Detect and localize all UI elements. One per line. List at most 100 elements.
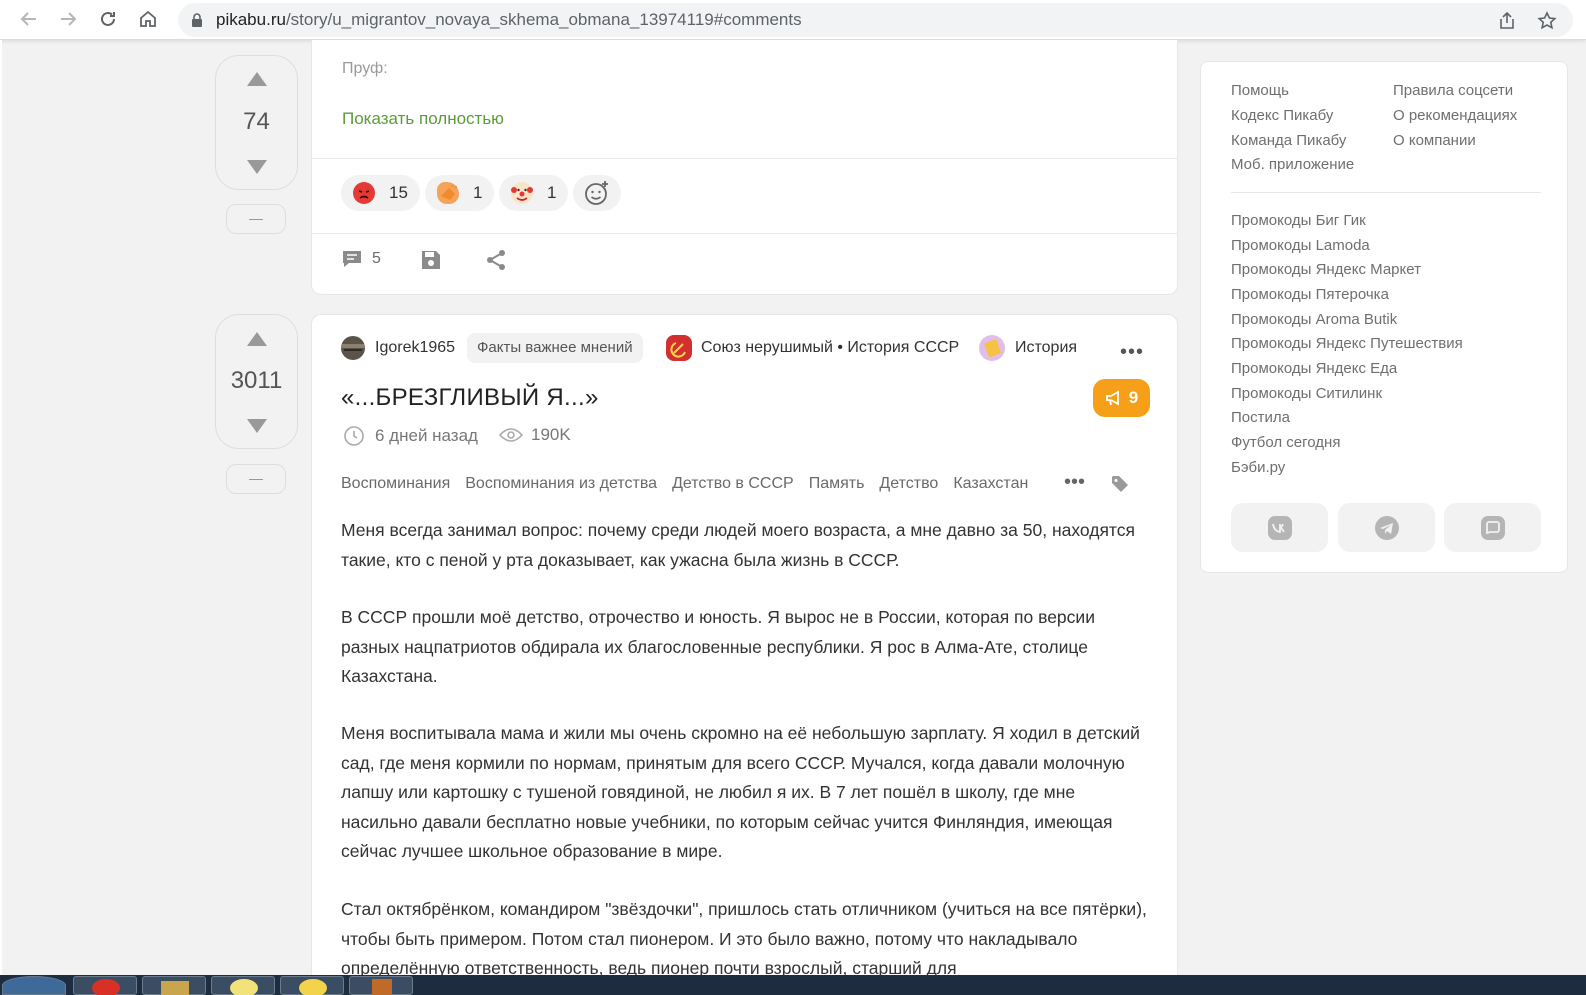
triangle-up-icon xyxy=(246,72,267,86)
story-title[interactable]: «...БРЕЗГЛИВЫЙ Я...» xyxy=(341,384,599,412)
vote-panel-prev: 74 xyxy=(215,55,298,190)
triangle-down-icon xyxy=(246,160,267,174)
community-history-icon[interactable] xyxy=(979,335,1005,361)
reaction-angry[interactable]: 15 xyxy=(341,175,420,211)
taskbar-app[interactable] xyxy=(73,976,137,995)
share-page-button[interactable] xyxy=(1494,8,1520,34)
os-taskbar xyxy=(0,975,1586,995)
taskbar-app[interactable] xyxy=(280,976,344,995)
reaction-clap[interactable]: 1 xyxy=(425,175,495,211)
taskbar-app[interactable] xyxy=(142,976,206,995)
bookmark-button[interactable] xyxy=(1534,8,1560,34)
tag-icon[interactable] xyxy=(1111,475,1129,498)
sidebar-link[interactable]: О компании xyxy=(1393,132,1476,149)
promo-link[interactable]: Бэби.ру xyxy=(1231,459,1285,476)
save-button[interactable] xyxy=(420,249,442,271)
reaction-count: 1 xyxy=(473,183,483,202)
reaction-clown[interactable]: 1 xyxy=(499,175,569,211)
forward-button[interactable] xyxy=(53,4,83,34)
taskbar-app[interactable] xyxy=(349,976,413,995)
community-name-history[interactable]: История xyxy=(1015,339,1077,357)
author-badge: Факты важнее мнений xyxy=(467,333,643,363)
promo-link[interactable]: Промокоды Яндекс Еда xyxy=(1231,360,1397,377)
taskbar-app[interactable] xyxy=(211,976,275,995)
promo-link[interactable]: Футбол сегодня xyxy=(1231,434,1340,451)
eye-icon xyxy=(499,428,523,442)
sidebar-link[interactable]: О рекомендациях xyxy=(1393,107,1517,124)
sidebar-link[interactable]: Помощь xyxy=(1231,82,1289,99)
url-text: pikabu.ru/story/u_migrantov_novaya_skhem… xyxy=(216,10,802,29)
angry-face-icon xyxy=(353,182,375,204)
sidebar-link[interactable]: Команда Пикабу xyxy=(1231,132,1346,149)
vote-panel-story: 3011 xyxy=(215,314,298,449)
author-name[interactable]: Igorek1965 xyxy=(375,339,455,357)
reaction-count: 15 xyxy=(389,183,408,202)
hide-post-button[interactable] xyxy=(226,204,286,234)
page-edge xyxy=(0,40,2,975)
home-icon xyxy=(140,10,156,27)
back-button[interactable] xyxy=(14,4,44,34)
community-name[interactable]: Союз нерушимый • История СССР xyxy=(701,339,959,357)
story-paragraph: Меня воспитывала мама и жили мы очень ск… xyxy=(341,723,1140,861)
reaction-count: 1 xyxy=(547,183,557,202)
comment-icon xyxy=(343,251,361,267)
promo-link[interactable]: Промокоды Lamoda xyxy=(1231,237,1370,254)
triangle-up-icon xyxy=(246,332,267,346)
tag[interactable]: Детство в СССР xyxy=(672,475,794,493)
more-tags-button[interactable]: ••• xyxy=(1064,471,1085,494)
rating-badge[interactable]: 9 xyxy=(1093,379,1150,417)
avatar[interactable] xyxy=(341,336,365,360)
comments-button[interactable]: 5 xyxy=(341,249,381,269)
upvote-button[interactable] xyxy=(216,66,297,92)
tag[interactable]: Казахстан xyxy=(953,475,1028,493)
tag[interactable]: Воспоминания xyxy=(341,475,450,493)
clock-icon xyxy=(344,426,364,446)
promo-link[interactable]: Постила xyxy=(1231,409,1290,426)
story-paragraph: В СССР прошли моё детство, отрочество и … xyxy=(341,607,1095,686)
promo-link[interactable]: Промокоды Яндекс Маркет xyxy=(1231,261,1421,278)
start-button[interactable] xyxy=(2,976,66,995)
telegram-icon xyxy=(1374,515,1399,540)
sidebar-link[interactable]: Моб. приложение xyxy=(1231,156,1354,173)
share-button[interactable] xyxy=(485,249,507,271)
chat-button[interactable] xyxy=(1444,503,1541,552)
vk-icon xyxy=(1267,515,1292,540)
lock-icon xyxy=(192,13,202,27)
arrow-right-icon xyxy=(61,12,77,26)
share-icon xyxy=(487,250,505,270)
megaphone-icon xyxy=(1105,390,1119,406)
promo-link[interactable]: Промокоды Яндекс Путешествия xyxy=(1231,335,1463,352)
promo-link[interactable]: Промокоды Ситилинк xyxy=(1231,385,1382,402)
sidebar-link[interactable]: Кодекс Пикабу xyxy=(1231,107,1333,124)
arrow-left-icon xyxy=(20,12,36,26)
divider xyxy=(1231,192,1541,193)
address-bar[interactable]: pikabu.ru/story/u_migrantov_novaya_skhem… xyxy=(178,3,1573,37)
community-ussr-icon[interactable] xyxy=(666,335,692,361)
show-full-link[interactable]: Показать полностью xyxy=(342,109,504,129)
hide-post-button[interactable] xyxy=(226,464,286,494)
story-time: 6 дней назад xyxy=(343,425,478,447)
story-paragraph: Стал октябрёнком, командиром "звёздочки"… xyxy=(341,899,1147,978)
downvote-button[interactable] xyxy=(216,154,297,180)
save-icon xyxy=(422,251,440,269)
promo-link[interactable]: Промокоды Aroma Butik xyxy=(1231,311,1397,328)
upvote-button[interactable] xyxy=(216,326,297,352)
promo-link[interactable]: Промокоды Биг Гик xyxy=(1231,212,1366,229)
chrome-icon xyxy=(92,979,120,995)
vote-count: 74 xyxy=(243,108,270,135)
more-options-button[interactable]: ••• xyxy=(1120,341,1144,364)
tag[interactable]: Детство xyxy=(879,475,938,493)
promo-link[interactable]: Промокоды Пятерочка xyxy=(1231,286,1389,303)
reload-button[interactable] xyxy=(93,4,123,34)
tag-list: Воспоминания Воспоминания из детства Дет… xyxy=(341,475,1043,493)
add-reaction-button[interactable] xyxy=(573,175,621,211)
sidebar-link[interactable]: Правила соцсети xyxy=(1393,82,1513,99)
tag[interactable]: Память xyxy=(809,475,865,493)
vk-button[interactable] xyxy=(1231,503,1328,552)
telegram-button[interactable] xyxy=(1338,503,1435,552)
home-button[interactable] xyxy=(133,4,163,34)
downvote-button[interactable] xyxy=(216,413,297,439)
clown-face-icon xyxy=(511,182,533,204)
browser-toolbar: pikabu.ru/story/u_migrantov_novaya_skhem… xyxy=(0,0,1586,40)
tag[interactable]: Воспоминания из детства xyxy=(465,475,657,493)
